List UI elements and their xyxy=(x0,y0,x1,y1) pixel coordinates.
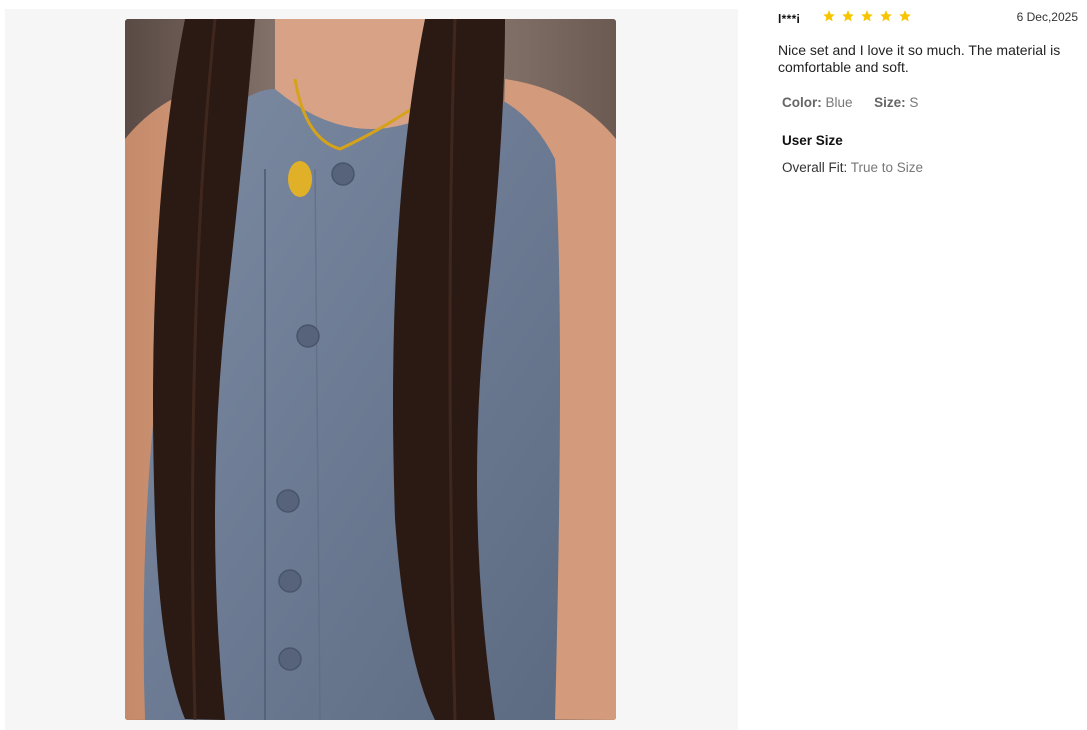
review-comment: Nice set and I love it so much. The mate… xyxy=(778,42,1061,75)
user-size-title: User Size xyxy=(782,133,843,148)
size-label: Size: xyxy=(874,95,906,110)
star-icon xyxy=(880,10,892,22)
purchase-attributes: Color: Blue Size: S xyxy=(782,95,1080,110)
fit-label: Overall Fit: xyxy=(782,160,848,175)
review-header: l***i 6 Dec,2025 xyxy=(778,8,1080,30)
star-rating xyxy=(822,9,912,23)
review-image-gallery xyxy=(5,9,738,730)
color-label: Color: xyxy=(782,95,822,110)
review-photo-image xyxy=(125,19,616,720)
star-icon xyxy=(823,10,835,22)
color-value: Blue xyxy=(825,95,853,110)
fit-value: True to Size xyxy=(850,160,924,175)
star-icon xyxy=(842,10,854,22)
review-card: l***i 6 Dec,2025 Nice set and I love it … xyxy=(778,8,1080,175)
size-value: S xyxy=(909,95,919,110)
reviewer-name: l***i xyxy=(778,12,801,26)
star-icon xyxy=(861,10,873,22)
star-icon xyxy=(899,10,911,22)
review-photo[interactable] xyxy=(125,19,616,720)
review-date: 6 Dec,2025 xyxy=(1016,10,1078,24)
overall-fit: Overall Fit: True to Size xyxy=(782,160,1080,175)
